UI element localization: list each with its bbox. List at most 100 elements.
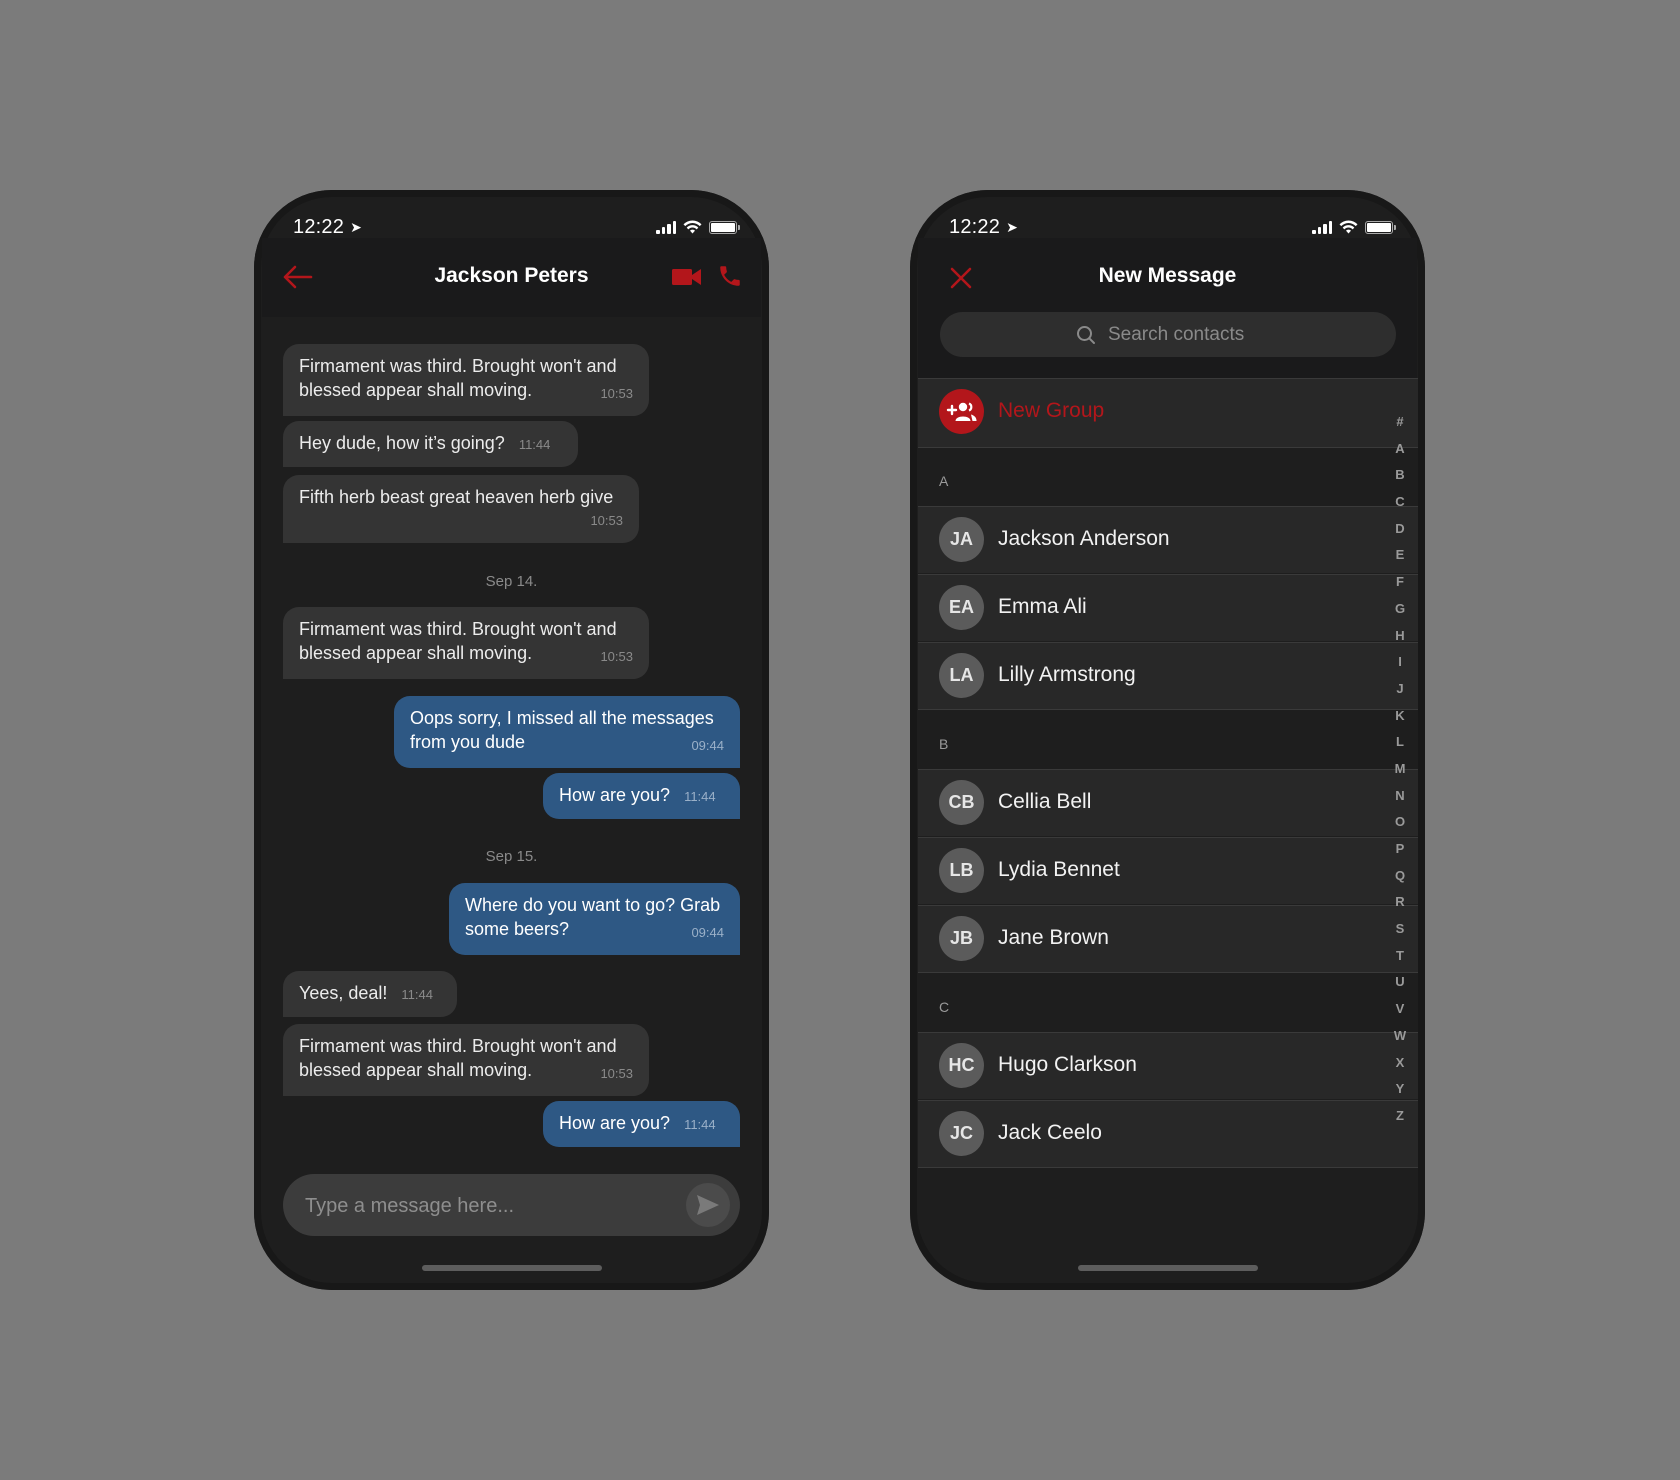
home-indicator[interactable]	[422, 1265, 602, 1271]
wifi-icon	[1339, 220, 1358, 234]
message-time: 10:53	[600, 386, 633, 401]
message-incoming: Firmament was third. Brought won't and b…	[283, 607, 649, 679]
battery-icon	[1365, 220, 1396, 234]
contact-name: Emma Ali	[998, 595, 1087, 618]
alphabet-index-letter[interactable]: B	[1390, 462, 1410, 489]
search-icon	[1077, 325, 1095, 344]
new-group-label: New Group	[998, 399, 1105, 422]
message-incoming: Hey dude, how it’s going? 11:44	[283, 421, 578, 467]
message-incoming: Fifth herb beast great heaven herb give 1…	[283, 475, 639, 543]
message-time: 09:44	[691, 925, 724, 940]
alphabet-index-letter[interactable]: N	[1390, 783, 1410, 810]
contact-name: Jackson Anderson	[998, 527, 1170, 550]
home-indicator[interactable]	[1078, 1265, 1258, 1271]
status-bar-time: 12:22 ➤	[949, 216, 1018, 238]
contact-row[interactable]: JC Jack Ceelo	[918, 1100, 1418, 1168]
message-outgoing: Oops sorry, I missed all the messages fr…	[394, 696, 740, 768]
alphabet-index-letter[interactable]: Z	[1390, 1103, 1410, 1130]
alphabet-index-letter[interactable]: L	[1390, 729, 1410, 756]
contact-row[interactable]: JB Jane Brown	[918, 905, 1418, 973]
contact-row[interactable]: CB Cellia Bell	[918, 769, 1418, 836]
message-outgoing: Where do you want to go? Grab some beers…	[449, 883, 740, 955]
message-composer	[283, 1174, 740, 1238]
message-time: 10:53	[590, 513, 623, 528]
alphabet-index-letter[interactable]: P	[1390, 836, 1410, 863]
date-separator: Sep 14.	[485, 573, 538, 590]
search-contacts-field[interactable]	[940, 312, 1396, 357]
alphabet-index-letter[interactable]: S	[1390, 916, 1410, 943]
avatar: LA	[939, 653, 984, 698]
chat-header: Jackson Peters	[262, 238, 761, 317]
alphabet-index-letter[interactable]: A	[1390, 436, 1410, 463]
alphabet-index-letter[interactable]: Y	[1390, 1076, 1410, 1103]
contact-name: Cellia Bell	[998, 790, 1092, 813]
alphabet-index-letter[interactable]: E	[1390, 542, 1410, 569]
new-message-header: New Message	[918, 238, 1417, 378]
page-title: New Message	[1098, 264, 1237, 287]
avatar: EA	[939, 585, 984, 630]
wifi-icon	[683, 220, 702, 234]
message-incoming: Firmament was third. Brought won't and b…	[283, 1024, 649, 1096]
cellular-signal-icon	[1312, 220, 1332, 234]
contact-name: Jane Brown	[998, 926, 1109, 949]
alphabet-index-letter[interactable]: G	[1390, 596, 1410, 623]
add-group-icon	[946, 401, 976, 421]
contact-row[interactable]: HC Hugo Clarkson	[918, 1032, 1418, 1099]
contact-name: Lilly Armstrong	[998, 663, 1136, 686]
avatar: JA	[939, 517, 984, 562]
section-header-c: C	[939, 999, 950, 1015]
date-separator: Sep 15.	[485, 848, 538, 865]
cellular-signal-icon	[656, 220, 676, 234]
alphabet-index-letter[interactable]: C	[1390, 489, 1410, 516]
alphabet-index-letter[interactable]: H	[1390, 623, 1410, 650]
contact-row[interactable]: LB Lydia Bennet	[918, 837, 1418, 904]
contact-row[interactable]: JA Jackson Anderson	[918, 506, 1418, 573]
alphabet-index-letter[interactable]: I	[1390, 649, 1410, 676]
message-time: 10:53	[600, 1066, 633, 1081]
location-arrow-icon: ➤	[1006, 219, 1018, 235]
alphabet-index-letter[interactable]: #	[1390, 409, 1410, 436]
message-incoming: Firmament was third. Brought won't and b…	[283, 344, 649, 416]
alphabet-index-letter[interactable]: R	[1390, 889, 1410, 916]
alphabet-index-letter[interactable]: D	[1390, 516, 1410, 543]
alphabet-index-letter[interactable]: O	[1390, 809, 1410, 836]
alphabet-index-letter[interactable]: K	[1390, 703, 1410, 730]
message-time: 11:44	[401, 987, 433, 1002]
alphabet-index-letter[interactable]: V	[1390, 996, 1410, 1023]
status-bar-icons	[1312, 220, 1396, 234]
status-bar-icons	[656, 220, 740, 234]
contacts-phone-screen: 12:22➤ New Message New Group A JA Jackso…	[910, 190, 1425, 1290]
alphabet-index-letter[interactable]: W	[1390, 1023, 1410, 1050]
message-outgoing: How are you? 11:44	[543, 1101, 740, 1147]
alphabet-index-letter[interactable]: T	[1390, 943, 1410, 970]
message-input[interactable]	[303, 1174, 667, 1238]
alphabet-index-letter[interactable]: F	[1390, 569, 1410, 596]
avatar: CB	[939, 780, 984, 825]
avatar: JB	[939, 916, 984, 961]
phone-icon[interactable]	[717, 262, 743, 290]
alphabet-index-letter[interactable]: X	[1390, 1050, 1410, 1077]
alphabet-index-letter[interactable]: J	[1390, 676, 1410, 703]
status-bar-time: 12:22 ➤	[293, 216, 362, 238]
send-icon	[697, 1195, 719, 1215]
new-group-button[interactable]: New Group	[918, 378, 1418, 448]
avatar: HC	[939, 1043, 984, 1088]
alphabet-index-letter[interactable]: M	[1390, 756, 1410, 783]
location-arrow-icon: ➤	[350, 219, 362, 235]
message-time: 10:53	[600, 649, 633, 664]
contact-row[interactable]: EA Emma Ali	[918, 574, 1418, 641]
contact-row[interactable]: LA Lilly Armstrong	[918, 642, 1418, 710]
video-camera-icon[interactable]	[671, 265, 703, 289]
section-header-a: A	[939, 473, 949, 489]
add-group-avatar	[939, 389, 984, 434]
contact-name: Lydia Bennet	[998, 858, 1120, 881]
avatar: LB	[939, 848, 984, 893]
battery-icon	[709, 220, 740, 234]
send-button[interactable]	[686, 1183, 730, 1227]
alphabet-index[interactable]: # A B C D E F G H I J K L M N O P Q R S T U V W X Y Z	[1390, 409, 1410, 1130]
alphabet-index-letter[interactable]: U	[1390, 969, 1410, 996]
message-time: 11:44	[518, 437, 551, 452]
alphabet-index-letter[interactable]: Q	[1390, 863, 1410, 890]
message-incoming: Yees, deal! 11:44	[283, 971, 457, 1017]
search-contacts-input[interactable]	[1106, 322, 1260, 347]
